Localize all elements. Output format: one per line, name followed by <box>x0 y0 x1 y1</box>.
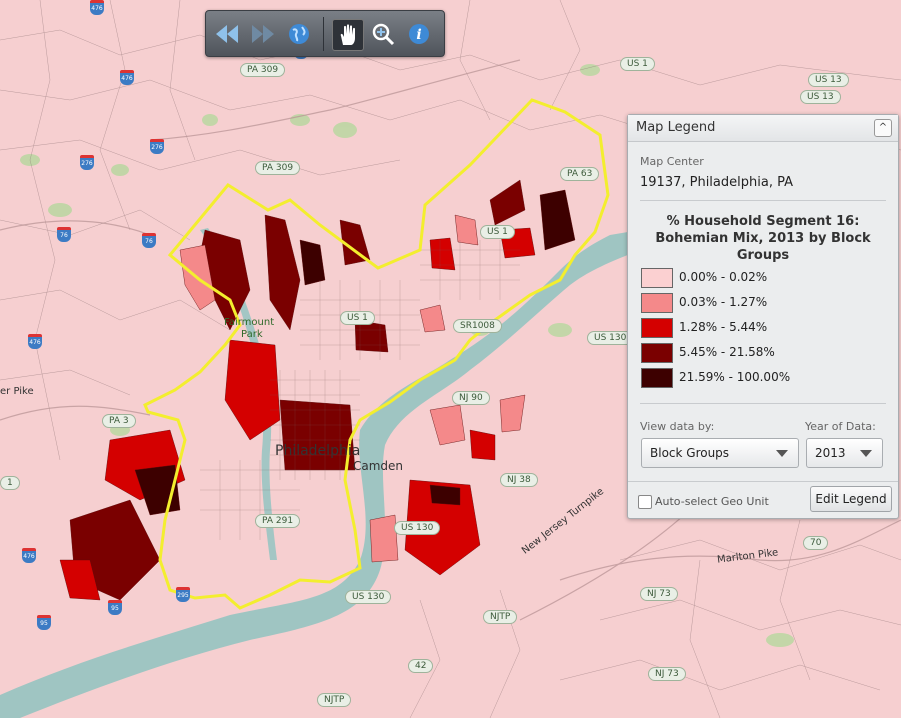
legend-class-label: 1.28% - 5.44% <box>679 320 768 334</box>
info-icon[interactable]: i <box>404 19 434 49</box>
route-shield-nj90: NJ 90 <box>452 391 490 405</box>
route-shield-70: 70 <box>803 536 829 550</box>
route-shield-njtp: NJTP <box>483 610 518 624</box>
legend-swatch <box>641 343 673 363</box>
legend-swatch <box>641 368 673 388</box>
route-shield-sr1008: SR1008 <box>453 319 502 333</box>
globe-icon[interactable] <box>284 19 314 49</box>
legend-swatch <box>641 318 673 338</box>
place-label-fairmount: Fairmount <box>224 317 275 328</box>
interstate-shield-276: 276 <box>80 155 94 170</box>
chevron-down-icon <box>776 450 788 457</box>
interstate-shield-476: 476 <box>120 70 134 85</box>
zoom-icon[interactable] <box>368 19 398 49</box>
route-shield-pa309: PA 309 <box>240 63 286 77</box>
route-shield-nj73: NJ 73 <box>648 667 686 681</box>
rewind-icon[interactable] <box>212 19 242 49</box>
legend-title: Map Legend <box>636 120 716 135</box>
view-by-label: View data by: <box>640 420 715 433</box>
route-shield-us13: US 13 <box>808 73 849 87</box>
year-select[interactable]: 2013 <box>806 438 883 468</box>
toolbar-separator <box>323 17 324 51</box>
legend-class-label: 0.03% - 1.27% <box>679 295 768 309</box>
road-label-pike: er Pike <box>0 386 34 397</box>
route-shield-42: 42 <box>408 659 434 673</box>
interstate-shield-476: 476 <box>22 548 36 563</box>
interstate-shield-95: 95 <box>108 600 122 615</box>
edit-legend-button[interactable]: Edit Legend <box>810 486 892 512</box>
route-shield-njtp: NJTP <box>317 693 352 707</box>
route-shield-nj73: NJ 73 <box>640 587 678 601</box>
route-shield-pa3: PA 3 <box>102 414 136 428</box>
divider <box>640 200 886 201</box>
route-shield-us1: US 1 <box>480 225 515 239</box>
chevron-up-icon: ^ <box>878 122 888 133</box>
collapse-button[interactable]: ^ <box>874 119 892 137</box>
chevron-down-icon <box>860 450 872 457</box>
route-shield-nj38: NJ 38 <box>500 473 538 487</box>
place-label-camden: Camden <box>353 459 404 473</box>
svg-text:i: i <box>416 27 421 43</box>
legend-swatch <box>641 293 673 313</box>
forward-icon[interactable] <box>248 19 278 49</box>
route-shield-us1: US 1 <box>620 57 655 71</box>
legend-class-label: 5.45% - 21.58% <box>679 345 775 359</box>
route-shield-us130: US 130 <box>394 521 441 535</box>
legend-class-label: 21.59% - 100.00% <box>679 370 791 384</box>
interstate-shield-295: 295 <box>176 587 190 602</box>
view-by-value: Block Groups <box>650 446 730 460</box>
legend-header: Map Legend ^ <box>628 115 898 142</box>
interstate-shield-76: 76 <box>142 233 156 248</box>
map-legend-panel: Map Legend ^ Map Center 19137, Philadelp… <box>627 114 899 519</box>
interstate-shield-95: 95 <box>37 615 51 630</box>
place-label-park: Park <box>241 329 263 340</box>
route-shield-us130: US 130 <box>345 590 392 604</box>
route-shield-pa309: PA 309 <box>255 161 301 175</box>
legend-class-label: 0.00% - 0.02% <box>679 270 768 284</box>
hand-icon[interactable] <box>332 19 364 51</box>
year-value: 2013 <box>815 446 846 460</box>
route-shield-us13: US 13 <box>800 90 841 104</box>
legend-swatch <box>641 268 673 288</box>
interstate-shield-476: 476 <box>90 0 104 15</box>
divider <box>640 403 886 404</box>
interstate-shield-476: 476 <box>28 334 42 349</box>
interstate-shield-276: 276 <box>150 139 164 154</box>
layer-title: % Household Segment 16: Bohemian Mix, 20… <box>655 214 871 263</box>
year-label: Year of Data: <box>805 420 876 433</box>
autoselect-label: Auto-select Geo Unit <box>655 495 769 508</box>
view-by-select[interactable]: Block Groups <box>641 438 799 468</box>
map-center-value: 19137, Philadelphia, PA <box>640 175 793 190</box>
map-center-label: Map Center <box>640 155 704 168</box>
map-toolbar: i <box>205 10 445 57</box>
route-shield-pa63: PA 63 <box>560 167 600 181</box>
place-label-philadelphia: Philadelphia <box>275 443 361 459</box>
interstate-shield-76: 76 <box>57 227 71 242</box>
route-shield-pa291: PA 291 <box>255 514 301 528</box>
route-shield-1: 1 <box>0 476 20 490</box>
route-shield-us1: US 1 <box>340 311 375 325</box>
autoselect-checkbox[interactable] <box>638 495 652 509</box>
divider <box>628 481 898 482</box>
